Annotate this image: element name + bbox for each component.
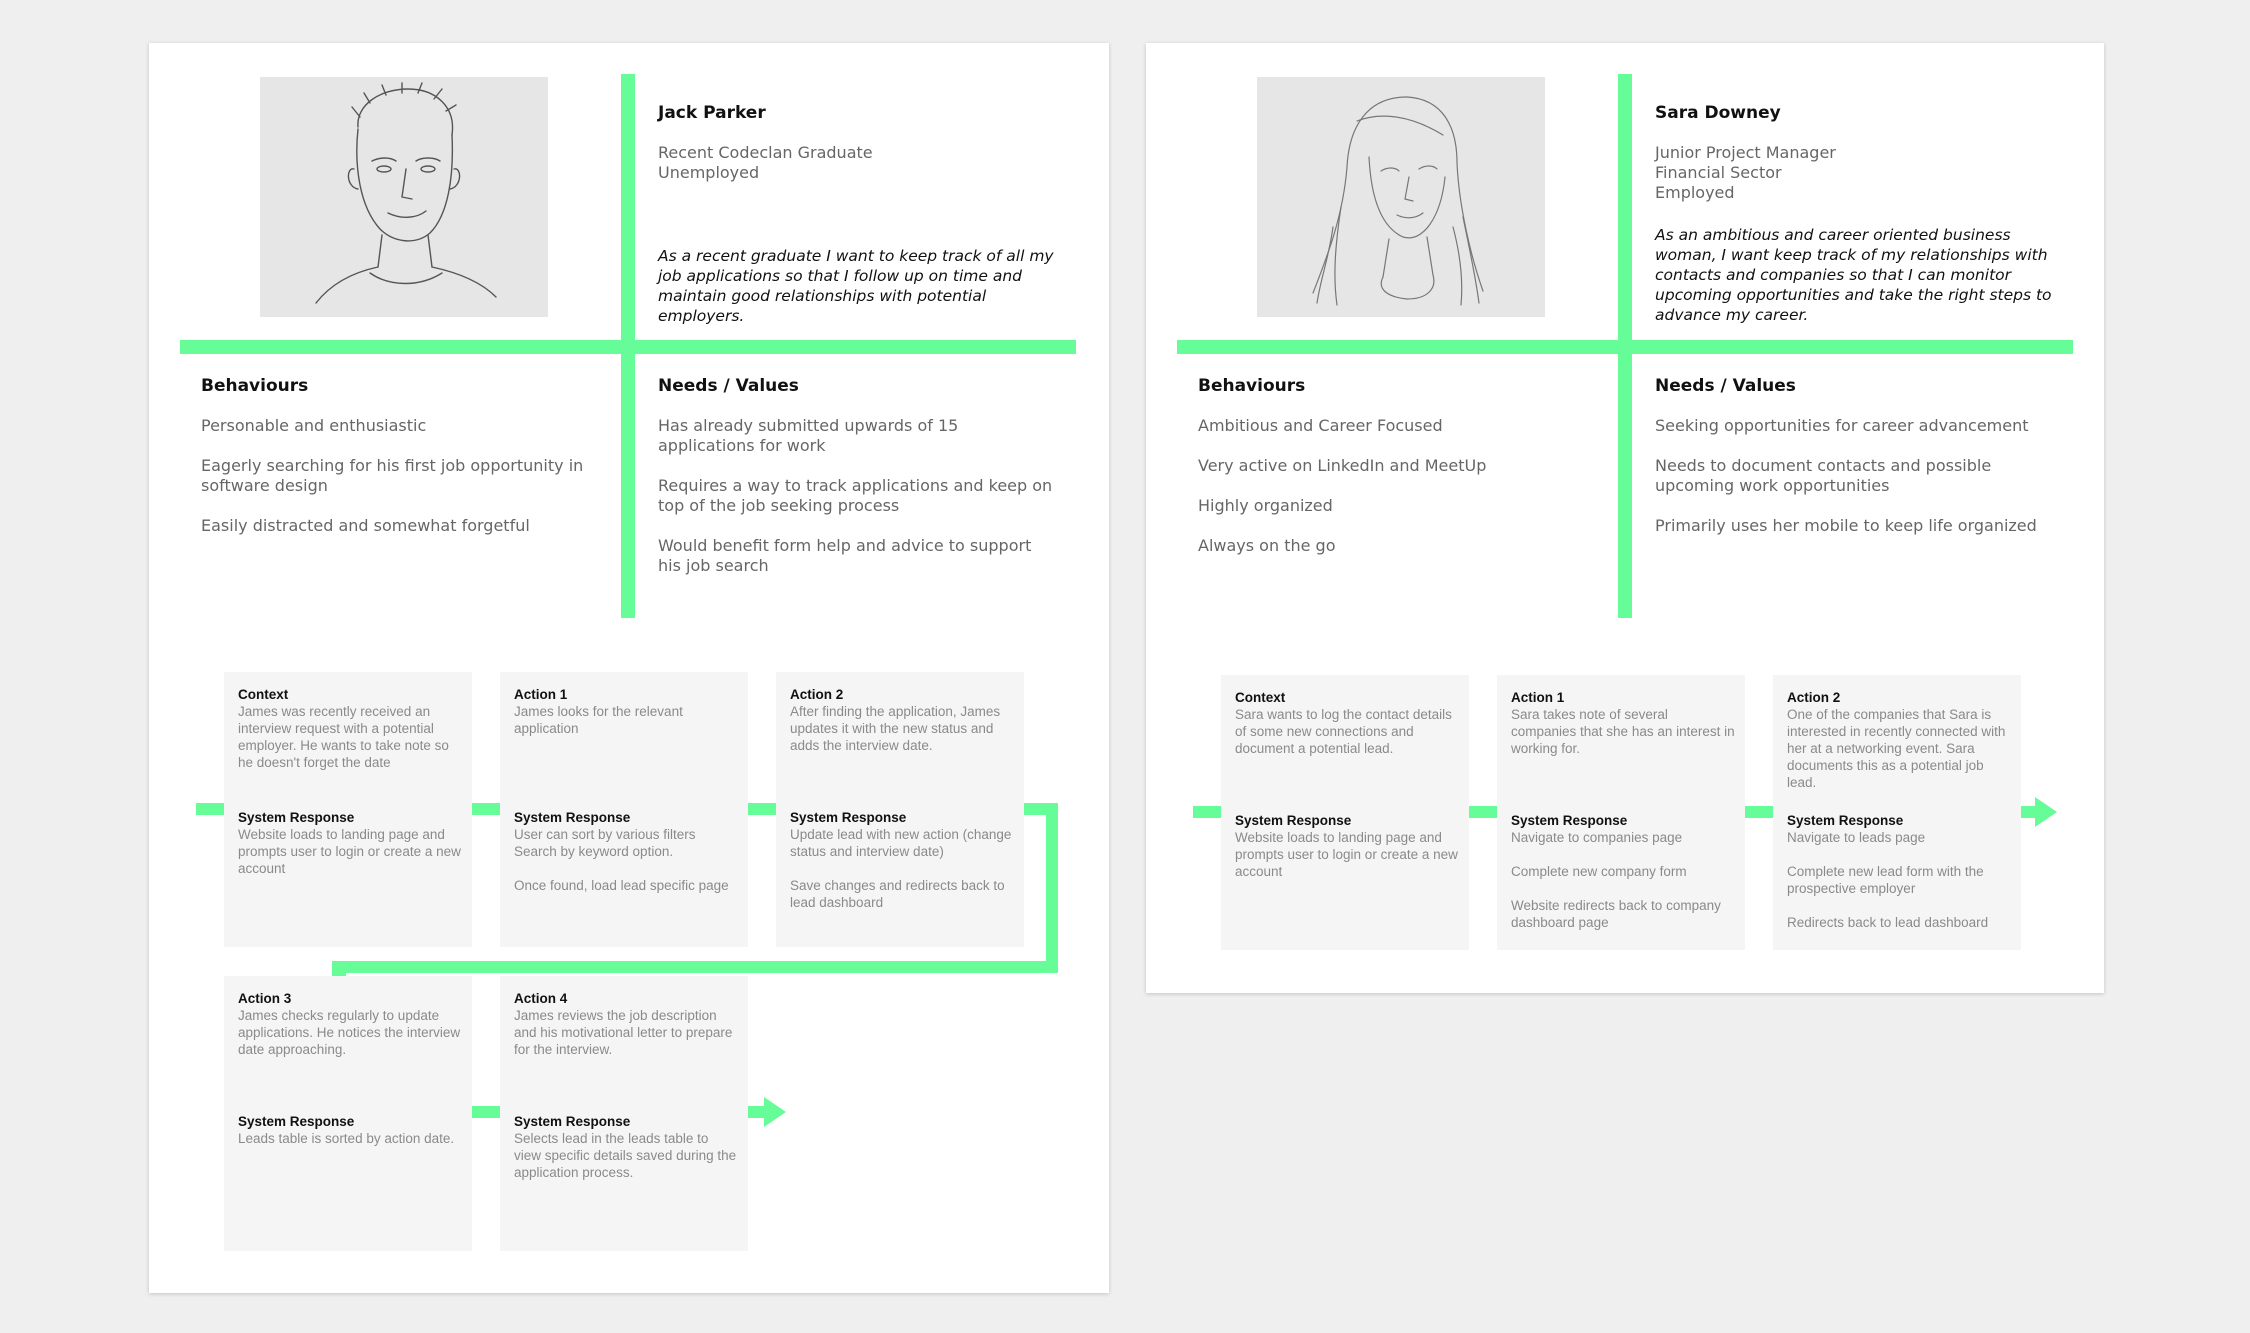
behaviour-item: Highly organized bbox=[1198, 496, 1333, 515]
step-text: Sara takes note of several companies tha… bbox=[1511, 707, 1735, 756]
step-title: Action 3 bbox=[238, 991, 292, 1006]
journey-step-context: Context Sara wants to log the contact de… bbox=[1221, 675, 1469, 950]
response-text: Website loads to landing page and prompt… bbox=[238, 827, 461, 876]
step-text: James reviews the job description and hi… bbox=[514, 1008, 733, 1057]
needs-title: Needs / Values bbox=[658, 376, 799, 396]
needs-list: Has already submitted upwards of 15 appl… bbox=[658, 416, 1058, 596]
step-title: Context bbox=[1235, 690, 1286, 705]
persona-portrait-sketch bbox=[260, 77, 548, 317]
response-title: System Response bbox=[514, 1114, 631, 1129]
step-title: Context bbox=[238, 687, 289, 702]
journey-step-action-2: Action 2 One of the companies that Sara … bbox=[1773, 675, 2021, 950]
journey-step-context: Context James was recently received an i… bbox=[224, 672, 472, 947]
flow-connector bbox=[1745, 806, 1773, 818]
response-text: Save changes and redirects back to lead … bbox=[790, 878, 1005, 910]
flow-connector bbox=[196, 803, 224, 815]
behaviour-item: Personable and enthusiastic bbox=[201, 416, 427, 435]
response-title: System Response bbox=[238, 810, 355, 825]
behaviour-item: Eagerly searching for his first job oppo… bbox=[201, 456, 584, 495]
need-item: Needs to document contacts and possible … bbox=[1655, 456, 1992, 495]
role-line: Financial Sector bbox=[1655, 163, 1782, 182]
response-text: Website loads to landing page and prompt… bbox=[1235, 830, 1458, 879]
response-text: Redirects back to lead dashboard bbox=[1787, 915, 1989, 930]
behaviour-item: Ambitious and Career Focused bbox=[1198, 416, 1443, 435]
flow-connector bbox=[1193, 806, 1221, 818]
flow-connector bbox=[472, 1106, 500, 1118]
behaviours-list: Ambitious and Career Focused Very active… bbox=[1198, 416, 1598, 576]
journey-step-action-1: Action 1 James looks for the relevant ap… bbox=[500, 672, 748, 947]
flow-connector bbox=[1469, 806, 1497, 818]
persona-card-jack: Jack Parker Recent Codeclan Graduate Une… bbox=[149, 43, 1109, 1293]
response-text: Navigate to companies page bbox=[1511, 830, 1683, 845]
persona-role: Junior Project Manager Financial Sector … bbox=[1655, 143, 1836, 203]
flow-connector bbox=[748, 803, 776, 815]
behaviour-item: Easily distracted and somewhat forgetful bbox=[201, 516, 530, 535]
response-text: Update lead with new action (change stat… bbox=[790, 827, 1012, 859]
response-text: Once found, load lead specific page bbox=[514, 878, 729, 893]
role-line: Recent Codeclan Graduate bbox=[658, 143, 873, 162]
need-item: Has already submitted upwards of 15 appl… bbox=[658, 416, 959, 455]
step-title: Action 1 bbox=[514, 687, 568, 702]
step-text: After finding the application, James upd… bbox=[790, 704, 1001, 753]
step-title: Action 2 bbox=[790, 687, 844, 702]
response-title: System Response bbox=[514, 810, 631, 825]
role-line: Junior Project Manager bbox=[1655, 143, 1836, 162]
response-text: Selects lead in the leads table to view … bbox=[514, 1131, 737, 1180]
response-title: System Response bbox=[1787, 813, 1904, 828]
behaviour-item: Always on the go bbox=[1198, 536, 1336, 555]
step-text: James was recently received an interview… bbox=[238, 704, 449, 770]
user-story: As an ambitious and career oriented busi… bbox=[1655, 226, 2052, 324]
flow-connector bbox=[1046, 803, 1058, 973]
flow-arrow-icon bbox=[2035, 797, 2057, 827]
persona-role: Recent Codeclan Graduate Unemployed bbox=[658, 143, 873, 183]
persona-card-sara: Sara Downey Junior Project Manager Finan… bbox=[1146, 43, 2104, 993]
journey-step-action-1: Action 1 Sara takes note of several comp… bbox=[1497, 675, 1745, 950]
journey-step-action-2: Action 2 After finding the application, … bbox=[776, 672, 1024, 947]
response-text: Navigate to leads page bbox=[1787, 830, 1926, 845]
persona-name: Jack Parker bbox=[658, 103, 766, 123]
divider-horizontal bbox=[1177, 340, 2073, 354]
flow-connector bbox=[472, 803, 500, 815]
response-title: System Response bbox=[238, 1114, 355, 1129]
persona-portrait-sketch bbox=[1257, 77, 1545, 317]
behaviours-title: Behaviours bbox=[1198, 376, 1306, 396]
needs-list: Seeking opportunities for career advance… bbox=[1655, 416, 2055, 556]
flow-arrow-icon bbox=[764, 1097, 786, 1127]
step-title: Action 4 bbox=[514, 991, 568, 1006]
need-item: Seeking opportunities for career advance… bbox=[1655, 416, 2029, 435]
need-item: Requires a way to track applications and… bbox=[658, 476, 1053, 515]
journey-step-action-4: Action 4 James reviews the job descripti… bbox=[500, 976, 748, 1251]
response-text: User can sort by various filters Search … bbox=[514, 827, 696, 859]
response-title: System Response bbox=[790, 810, 907, 825]
response-title: System Response bbox=[1235, 813, 1352, 828]
role-line: Employed bbox=[1655, 183, 1735, 202]
needs-title: Needs / Values bbox=[1655, 376, 1796, 396]
step-text: James looks for the relevant application bbox=[514, 704, 683, 736]
step-title: Action 2 bbox=[1787, 690, 1841, 705]
step-title: Action 1 bbox=[1511, 690, 1565, 705]
divider-horizontal bbox=[180, 340, 1076, 354]
response-text: Complete new company form bbox=[1511, 864, 1687, 879]
user-story: As a recent graduate I want to keep trac… bbox=[658, 247, 1054, 325]
need-item: Would benefit form help and advice to su… bbox=[658, 536, 1032, 575]
role-line: Unemployed bbox=[658, 163, 760, 182]
behaviours-title: Behaviours bbox=[201, 376, 309, 396]
step-text: Sara wants to log the contact details of… bbox=[1235, 707, 1452, 756]
response-text: Complete new lead form with the prospect… bbox=[1787, 864, 1984, 896]
response-text: Leads table is sorted by action date. bbox=[238, 1131, 455, 1146]
journey-step-action-3: Action 3 James checks regularly to updat… bbox=[224, 976, 472, 1251]
response-text: Website redirects back to company dashbo… bbox=[1511, 898, 1721, 930]
persona-name: Sara Downey bbox=[1655, 103, 1781, 123]
behaviours-list: Personable and enthusiastic Eagerly sear… bbox=[201, 416, 601, 556]
behaviour-item: Very active on LinkedIn and MeetUp bbox=[1198, 456, 1487, 475]
step-text: One of the companies that Sara is intere… bbox=[1787, 707, 2006, 790]
need-item: Primarily uses her mobile to keep life o… bbox=[1655, 516, 2037, 535]
step-text: James checks regularly to update applica… bbox=[238, 1008, 461, 1057]
response-title: System Response bbox=[1511, 813, 1628, 828]
flow-connector bbox=[332, 961, 1058, 973]
